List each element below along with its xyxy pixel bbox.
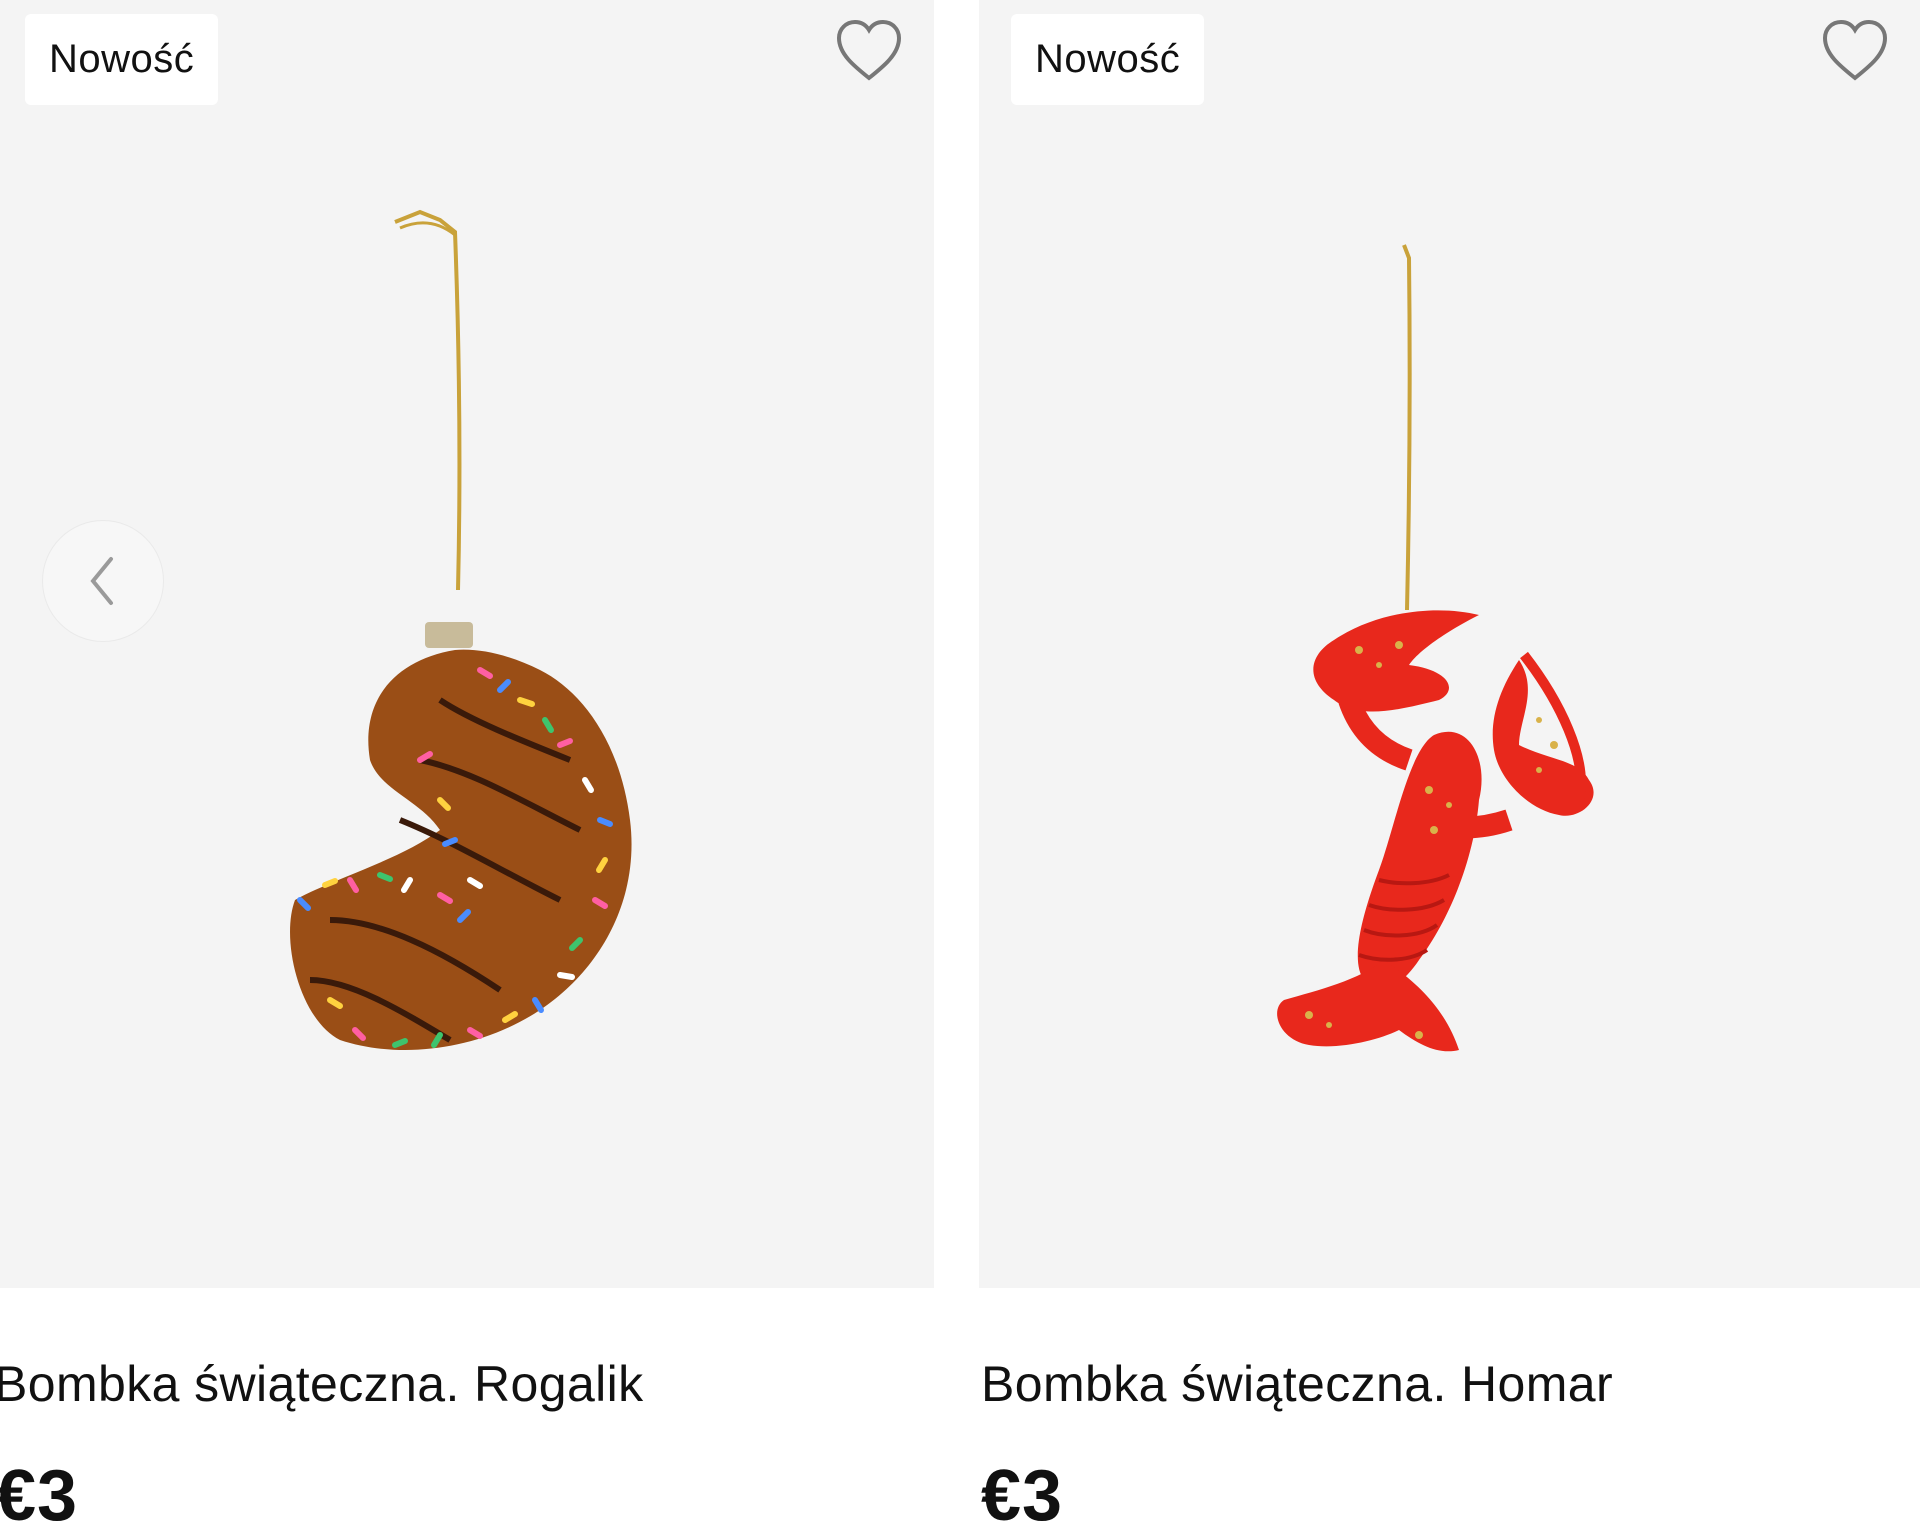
product-title[interactable]: Bombka świąteczna. Rogalik <box>0 1355 644 1413</box>
lobster-ornament-image <box>1277 244 1594 1052</box>
product-image-area[interactable]: Nowość <box>979 0 1920 1288</box>
carousel-prev-button[interactable] <box>42 520 164 642</box>
product-price: €3 <box>981 1456 1064 1536</box>
new-badge: Nowość <box>1011 14 1205 105</box>
chevron-left-icon <box>90 557 113 605</box>
wishlist-button[interactable] <box>834 18 904 84</box>
heart-outline-icon <box>836 19 902 81</box>
product-card[interactable]: Nowość Bombka świąteczna. Homar €3 <box>979 0 1920 1536</box>
heart-outline-icon <box>1822 19 1888 81</box>
product-price: €3 <box>0 1456 79 1536</box>
new-badge: Nowość <box>25 14 219 105</box>
product-card[interactable]: Nowość Bombka świąteczna. Rogalik €3 <box>0 0 934 1536</box>
wishlist-button[interactable] <box>1820 18 1890 84</box>
product-title[interactable]: Bombka świąteczna. Homar <box>981 1355 1613 1413</box>
croissant-ornament-image <box>290 209 632 1050</box>
product-image-area[interactable]: Nowość <box>0 0 934 1288</box>
